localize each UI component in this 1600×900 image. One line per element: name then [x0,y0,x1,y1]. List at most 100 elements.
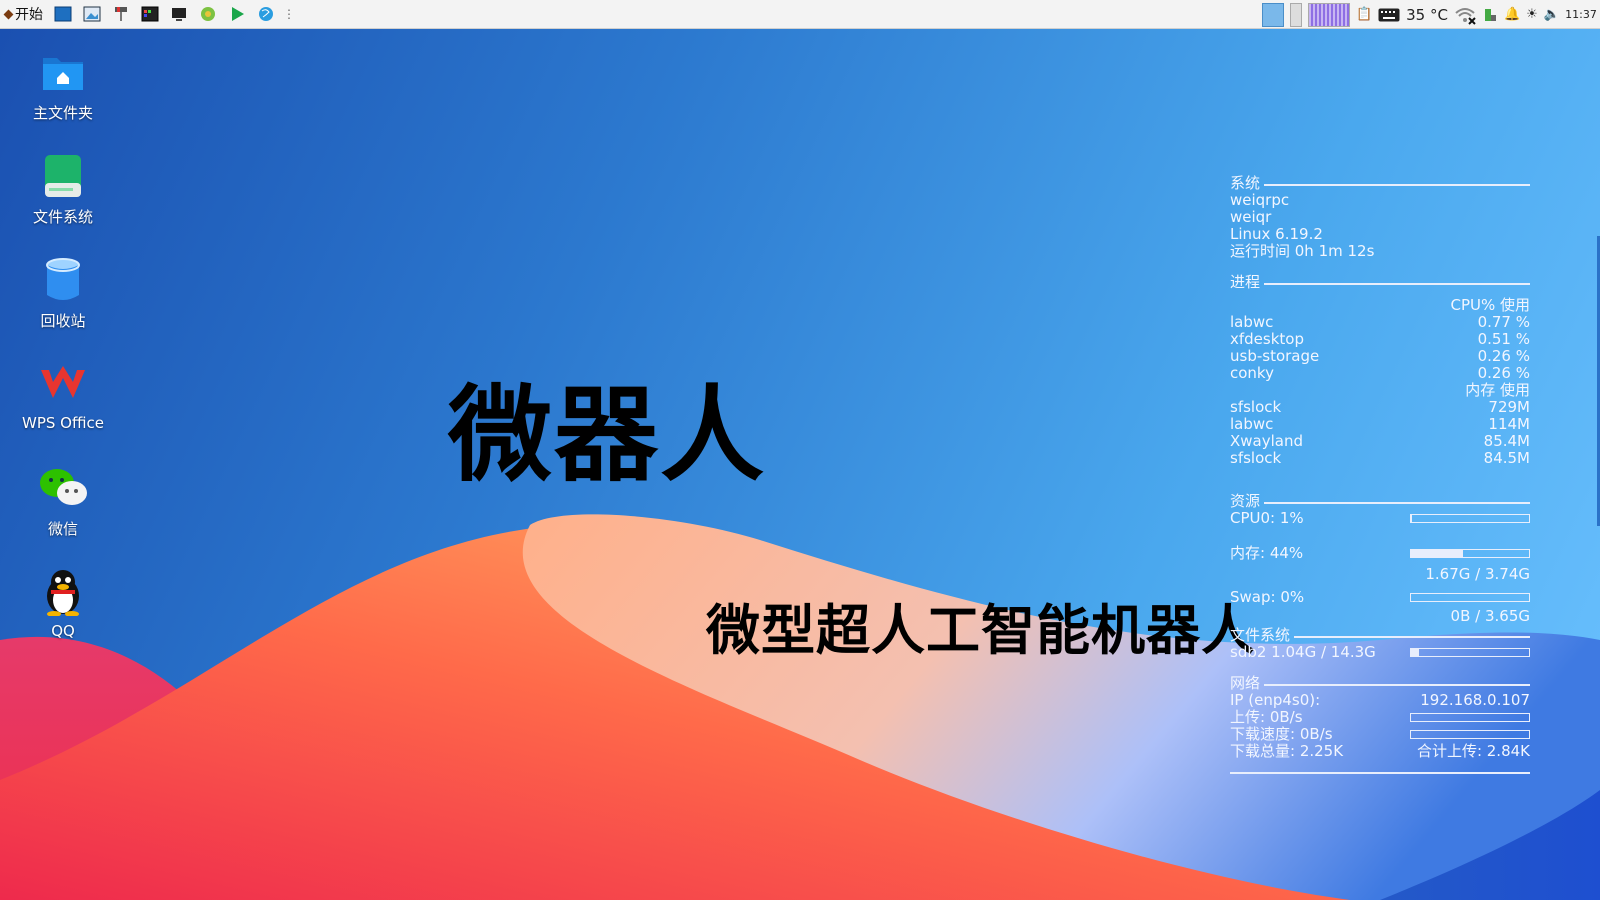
start-menu-button[interactable]: 开始 [0,0,49,29]
username: weiqr [1230,208,1272,226]
network-globe-icon[interactable] [256,4,276,24]
process-row: labwc 114M [1230,416,1530,433]
upload-row: 上传: 0B/s [1230,709,1530,726]
conky-system-monitor: 系统 weiqrpc weiqr Linux 6.19.2 运行时间 0h 1m… [1230,175,1530,774]
process-cpu: 0.26 % [1477,364,1530,382]
desktop-icon-label: QQ [51,622,75,640]
upload-speed-label: 上传: 0B/s [1230,708,1303,726]
cpu-column-header: CPU% 使用 [1450,296,1530,314]
desktop-icon-label: 微信 [47,520,78,538]
usb-drive-icon[interactable] [1482,4,1498,26]
process-row: labwc 0.77 % [1230,314,1530,331]
disk-usage-row: sdb2 1.04G / 14.3G [1230,644,1530,661]
ip-address: 192.168.0.107 [1420,691,1530,709]
clock[interactable]: 11:37 [1565,4,1597,26]
section-processes: 进程 [1230,274,1530,291]
quick-launch-bar: ⋮ [53,4,295,24]
conky-bottom-rule [1230,772,1530,774]
process-row: xfdesktop 0.51 % [1230,331,1530,348]
process-row: sfslock 729M [1230,399,1530,416]
section-header: 系统 [1230,174,1261,192]
section-header: 网络 [1230,674,1261,692]
hostname: weiqrpc [1230,191,1290,209]
desktop-icon-home-folder[interactable]: 主文件夹 [8,48,118,123]
show-desktop-icon[interactable] [1261,2,1284,27]
monitor-icon[interactable] [169,4,189,24]
section-header: 资源 [1230,492,1261,510]
keyboard-icon[interactable] [1378,4,1400,26]
process-cpu: 0.51 % [1477,330,1530,348]
process-name: labwc [1230,313,1274,331]
memory-usage-row: 内存: 44% [1230,545,1530,562]
swap-usage-row: Swap: 0% [1230,589,1530,606]
launcher-overflow-icon[interactable]: ⋮ [283,7,295,21]
process-cpu: 0.77 % [1477,313,1530,331]
wifi-disconnected-icon[interactable] [1454,4,1476,26]
section-system: 系统 [1230,175,1530,192]
swap-detail: 0B / 3.65G [1450,607,1530,625]
desktop-icon-label: 主文件夹 [32,104,93,122]
media-player-icon[interactable] [227,4,247,24]
memory-usage-label: 内存: 44% [1230,544,1304,562]
desktop-icon-qq[interactable]: QQ [8,568,118,640]
qq-penguin-icon [39,568,87,616]
trash-bin-icon [39,256,87,304]
uptime: 运行时间 0h 1m 12s [1230,242,1375,260]
disk-usage-label: sdb2 1.04G / 14.3G [1230,643,1376,661]
process-name: sfslock [1230,449,1282,467]
cpu-usage-label: CPU0: 1% [1230,509,1304,527]
process-row: sfslock 84.5M [1230,450,1530,467]
download-row: 下载速度: 0B/s [1230,726,1530,743]
browser-icon[interactable] [198,4,218,24]
download-total: 下载总量: 2.25K [1230,742,1344,760]
desktop-icon[interactable] [53,4,73,24]
volume-icon[interactable]: 🔈 [1544,4,1560,26]
swap-usage-bar [1410,593,1530,602]
temperature-indicator[interactable]: 35 °C [1406,4,1448,26]
terminal-app-icon[interactable] [140,4,160,24]
process-name: conky [1230,364,1274,382]
paint-brush-icon[interactable] [111,4,131,24]
process-row: conky 0.26 % [1230,365,1530,382]
home-folder-icon [39,48,87,96]
start-icon [3,9,14,19]
desktop-icon-trash[interactable]: 回收站 [8,256,118,331]
process-name: labwc [1230,415,1274,433]
section-header: 文件系统 [1230,626,1291,644]
clipboard-icon[interactable]: 📋 [1356,4,1372,26]
brightness-icon[interactable]: ☀ [1526,4,1538,26]
kernel-version: Linux 6.19.2 [1230,225,1323,243]
desktop-icon-label: WPS Office [22,414,104,432]
wallpaper-title: 微器人 [448,374,767,496]
process-name: xfdesktop [1230,330,1304,348]
section-network: 网络 [1230,675,1530,692]
memory-usage-bar [1410,549,1530,558]
wallpaper-subtitle: 微型超人工智能机器人 [706,599,1256,662]
notification-bell-icon[interactable]: 🔔 [1504,4,1520,26]
workspace-pager[interactable] [1307,2,1350,27]
start-label: 开始 [15,7,43,23]
process-mem: 85.4M [1483,432,1530,450]
download-graph [1410,730,1530,739]
process-cpu: 0.26 % [1477,347,1530,365]
desktop-icon-label: 回收站 [40,312,86,330]
process-mem: 729M [1488,398,1530,416]
image-viewer-icon[interactable] [82,4,102,24]
system-tray: 📋 35 °C 🔔 ☀ 🔈 11:37 [1261,0,1600,29]
section-resources: 资源 [1230,493,1530,510]
process-name: sfslock [1230,398,1282,416]
desktop-icon-wechat[interactable]: 微信 [8,464,118,539]
disk-usage-bar [1410,648,1530,657]
desktop-icon-label: 文件系统 [32,208,93,226]
desktop-icon-filesystem[interactable]: 文件系统 [8,152,118,227]
window-shade-icon[interactable] [1289,2,1302,27]
desktop-icon-wps-office[interactable]: WPS Office [8,360,118,432]
process-row: usb-storage 0.26 % [1230,348,1530,365]
section-filesystem: 文件系统 [1230,627,1530,644]
totals-row: 下载总量: 2.25K 合计上传: 2.84K [1230,743,1530,760]
cpu-usage-bar [1410,514,1530,523]
taskbar: 开始 ⋮ 📋 35 °C 🔔 ☀ 🔈 11:37 [0,0,1600,29]
process-mem: 84.5M [1483,449,1530,467]
drive-icon [39,152,87,200]
section-header: 进程 [1230,273,1261,291]
